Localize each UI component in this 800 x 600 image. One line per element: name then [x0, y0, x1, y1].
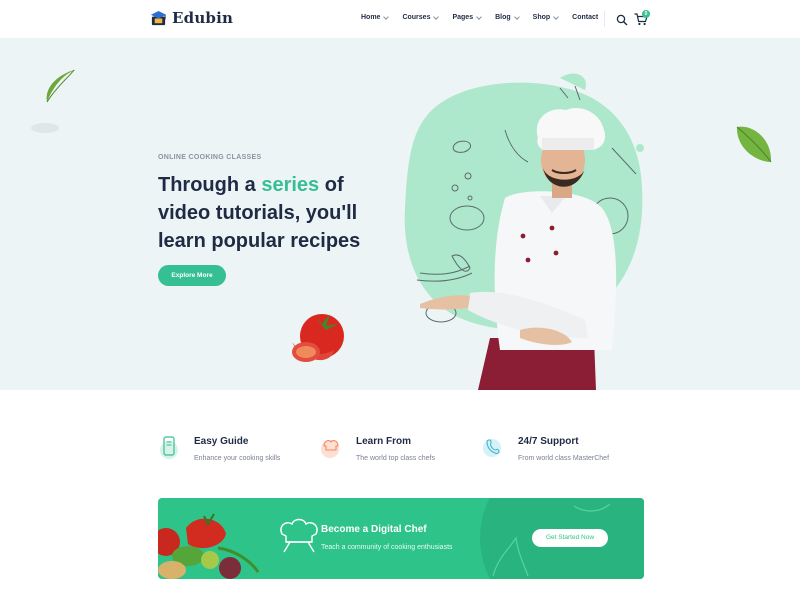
- feature-title: 24/7 Support: [518, 436, 579, 447]
- chef-hat-icon: [321, 440, 339, 458]
- graduation-cap-icon: [150, 10, 167, 25]
- nav-label: Shop: [532, 14, 551, 21]
- feature-subtitle: The world top class chefs: [356, 455, 435, 462]
- chevron-down-icon: [433, 13, 440, 20]
- feature-text: Learn From The world top class chefs: [356, 435, 435, 462]
- brand-name: Edubin: [172, 9, 234, 27]
- chevron-down-icon: [553, 13, 559, 20]
- get-started-button[interactable]: Get Started Now: [532, 529, 608, 547]
- nav-item-home[interactable]: Home: [361, 13, 390, 21]
- tomato-icon: [292, 314, 344, 362]
- site-header: Edubin Home Courses Pages Blog Shop Cont…: [0, 0, 800, 38]
- phone-guide-icon: [160, 436, 178, 459]
- feature-easy-guide: Easy Guide Enhance your cooking skills: [158, 435, 280, 462]
- feature-support: 24/7 Support From world class MasterChef: [482, 435, 609, 462]
- nav-item-contact[interactable]: Contact: [572, 14, 598, 21]
- digital-chef-banner: Become a Digital Chef Teach a community …: [158, 498, 644, 579]
- support-phone-icon: [483, 439, 501, 457]
- chevron-down-icon: [513, 13, 520, 20]
- chef-hat-icon: [280, 518, 318, 553]
- explore-more-button[interactable]: Explore More: [158, 265, 226, 286]
- header-divider: [604, 11, 605, 27]
- nav-item-courses[interactable]: Courses: [402, 13, 440, 21]
- hero-title: Through a series of video tutorials, you…: [158, 171, 378, 255]
- chevron-down-icon: [476, 13, 482, 20]
- feature-subtitle: From world class MasterChef: [518, 455, 610, 462]
- feature-title: Easy Guide: [194, 436, 249, 447]
- feature-text: 24/7 Support From world class MasterChef: [518, 435, 609, 462]
- vegetables-icon: [158, 513, 260, 579]
- features-section: Easy Guide Enhance your cooking skills L…: [0, 390, 800, 498]
- nav-label: Pages: [452, 14, 474, 21]
- nav-label: Contact: [572, 14, 599, 21]
- hero-eyebrow: ONLINE COOKING CLASSES: [158, 154, 262, 161]
- hero-title-accent: series: [261, 174, 320, 196]
- main-nav: Home Courses Pages Blog Shop Contact: [361, 13, 598, 21]
- feature-subtitle: Enhance your cooking skills: [194, 455, 281, 462]
- nav-label: Courses: [402, 14, 431, 21]
- banner-title: Become a Digital Chef: [321, 524, 427, 535]
- feature-learn-from: Learn From The world top class chefs: [320, 435, 435, 462]
- nav-item-shop[interactable]: Shop: [532, 13, 559, 21]
- feature-text: Easy Guide Enhance your cooking skills: [194, 435, 280, 462]
- hero-illustration: [31, 69, 772, 390]
- search-icon[interactable]: [616, 14, 628, 26]
- nav-item-pages[interactable]: Pages: [452, 13, 482, 21]
- banner-subtitle: Teach a community of cooking enthusiasts: [321, 544, 453, 551]
- leaf-icon: [31, 69, 77, 133]
- chevron-down-icon: [383, 13, 390, 20]
- feature-title: Learn From: [356, 436, 412, 447]
- nav-label: Blog: [495, 14, 511, 21]
- cart-count-badge: 0: [642, 10, 650, 18]
- hero-section: ONLINE COOKING CLASSES Through a series …: [0, 38, 800, 390]
- hero-title-part1: Through a: [158, 174, 262, 196]
- nav-label: Home: [361, 14, 381, 21]
- nav-item-blog[interactable]: Blog: [495, 13, 520, 21]
- site-logo[interactable]: Edubin: [150, 9, 233, 27]
- leaf-icon: [736, 126, 772, 163]
